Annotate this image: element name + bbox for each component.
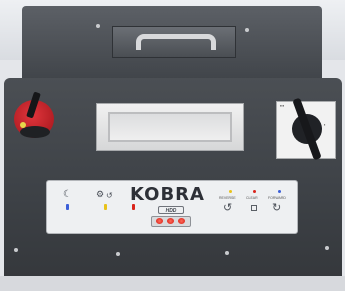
screw (96, 24, 100, 28)
screw (14, 248, 18, 252)
forward-indicator (278, 190, 281, 193)
screw (225, 251, 229, 255)
feed-slot[interactable] (108, 112, 232, 142)
brand-logo: KOBRA (130, 184, 205, 205)
switch-marking: ▪ (324, 122, 326, 127)
switch-marking: ▪▪▪ (280, 103, 285, 108)
clear-label: CLEAR (246, 196, 258, 200)
screw (116, 252, 120, 256)
forward-label: FORWARD (268, 196, 286, 200)
indicator-led-yellow (104, 204, 107, 210)
screw (325, 246, 329, 250)
moon-icon: ☾ (63, 189, 72, 200)
shredder-photo: ▪▪▪ ▪ ☾ ⚙ ↺ ♨ KOBRA HDD REVERSE ↺ CLEAR … (0, 0, 345, 291)
key-switch-base (20, 126, 50, 138)
hand-icon: ↺ (106, 191, 113, 200)
floor (0, 276, 345, 291)
reverse-label: REVERSE (219, 196, 236, 200)
status-led (178, 218, 185, 224)
lid-handle[interactable] (136, 34, 216, 50)
model-badge: HDD (158, 206, 184, 214)
clear-indicator (253, 190, 256, 193)
screw (245, 28, 249, 32)
clear-button[interactable] (251, 205, 257, 211)
reverse-button[interactable]: ↺ (223, 203, 232, 214)
key-switch-marker (20, 122, 26, 128)
status-led (156, 218, 163, 224)
forward-button[interactable]: ↻ (272, 203, 281, 214)
indicator-led-blue (66, 204, 69, 210)
thumbs-icon: ⚙ (96, 189, 105, 199)
status-led (167, 218, 174, 224)
reverse-indicator (229, 190, 232, 193)
